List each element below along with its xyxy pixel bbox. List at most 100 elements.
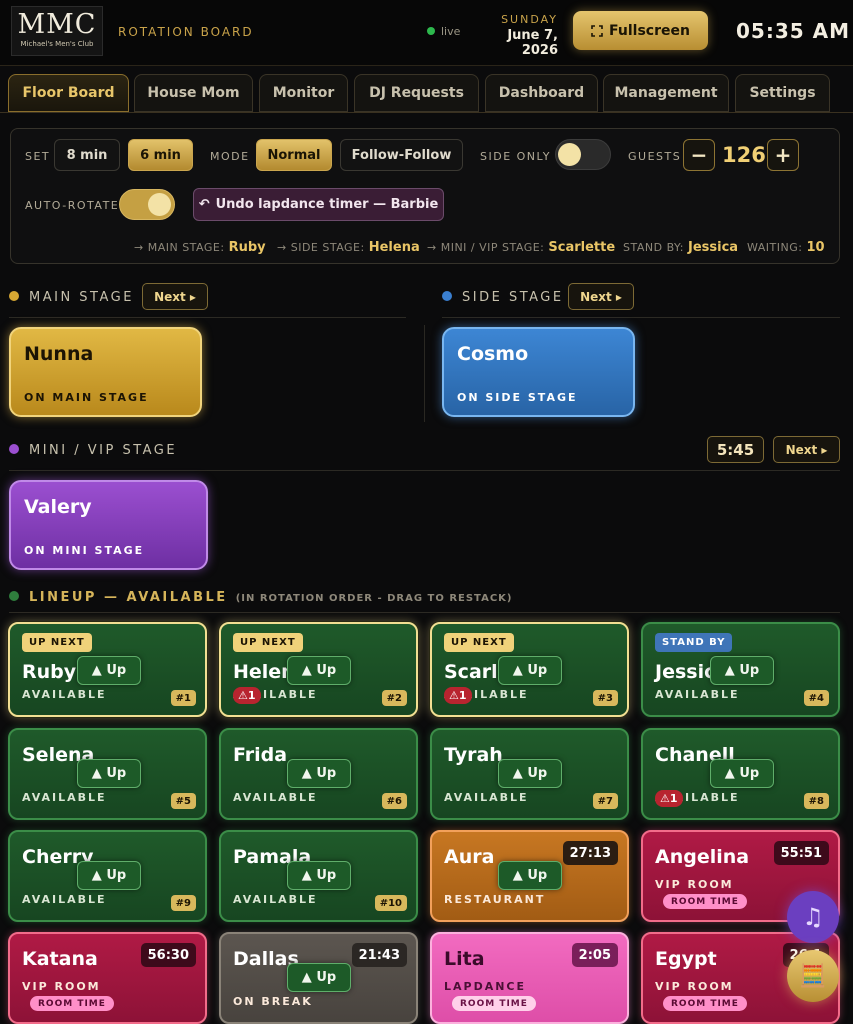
- divider: [9, 470, 840, 471]
- tab-house-mom[interactable]: House Mom: [134, 74, 253, 112]
- rotation-badge: UP NEXT: [444, 633, 514, 652]
- lineup-card[interactable]: STAND BY Jessica AVAILABLE #4 ▲ Up: [641, 622, 840, 717]
- lineup-card[interactable]: Aura RESTAURANT 27:13 ▲ Up: [430, 830, 629, 922]
- fullscreen-icon: [591, 24, 603, 37]
- move-up-button[interactable]: ▲ Up: [287, 759, 351, 788]
- side-stage-card[interactable]: Cosmo ON SIDE STAGE: [442, 327, 635, 417]
- mode-normal-button[interactable]: Normal: [256, 139, 332, 171]
- dancer-status: AVAILABLE: [655, 688, 740, 701]
- mode-follow-follow-button[interactable]: Follow-Follow: [340, 139, 463, 171]
- toggle-knob: [558, 143, 581, 166]
- guests-decrement-button[interactable]: −: [683, 139, 715, 171]
- dancer-name: Aura: [444, 846, 495, 868]
- lineup-card[interactable]: Katana VIP ROOM ROOM TIME 56:30: [8, 932, 207, 1024]
- move-up-button[interactable]: ▲ Up: [77, 656, 141, 685]
- stage-status: ON MAIN STAGE: [24, 391, 149, 404]
- undo-icon: ↶: [198, 197, 210, 212]
- room-time-tag: ROOM TIME: [452, 996, 536, 1011]
- music-button[interactable]: ♫: [787, 891, 839, 943]
- tab-floor-board[interactable]: Floor Board: [8, 74, 129, 112]
- summary-mini-label: → MINI / VIP STAGE:: [427, 241, 545, 254]
- set-8min-button[interactable]: 8 min: [54, 139, 120, 171]
- lineup-card[interactable]: Tyrah AVAILABLE #7 ▲ Up: [430, 728, 629, 820]
- tab-dashboard[interactable]: Dashboard: [485, 74, 598, 112]
- lineup-card[interactable]: Pamala AVAILABLE #10 ▲ Up: [219, 830, 418, 922]
- mini-stage-heading: MINI / VIP STAGE: [9, 443, 177, 458]
- status-timer: 27:13: [562, 841, 618, 865]
- dancer-name: Ruby: [22, 661, 77, 683]
- move-up-button[interactable]: ▲ Up: [77, 759, 141, 788]
- lineup-card[interactable]: Chanell AVAILABLE ⚠1 #8 ▲ Up: [641, 728, 840, 820]
- set-6min-button[interactable]: 6 min: [128, 139, 193, 171]
- tab-label: Monitor: [272, 85, 335, 101]
- set-label: SET: [25, 150, 51, 163]
- dancer-status: VIP ROOM: [655, 878, 734, 891]
- side-only-toggle[interactable]: [555, 139, 611, 170]
- logo-subtext: Michael's Men's Club: [20, 40, 94, 48]
- mini-stage-next-button[interactable]: Next ▸: [773, 436, 840, 463]
- rotation-number: #10: [374, 895, 407, 911]
- status-timer: 56:30: [140, 943, 196, 967]
- main-stage-card[interactable]: Nunna ON MAIN STAGE: [9, 327, 202, 417]
- auto-rotate-label: AUTO-ROTATE: [25, 199, 120, 212]
- move-up-button[interactable]: ▲ Up: [498, 656, 562, 685]
- warning-badge: ⚠1: [444, 687, 472, 704]
- lineup-card[interactable]: UP NEXT Scarlette AVAILABLE ⚠1 #3 ▲ Up: [430, 622, 629, 717]
- lineup-card[interactable]: Dallas ON BREAK 21:43 ▲ Up: [219, 932, 418, 1024]
- room-time-tag: ROOM TIME: [30, 996, 114, 1011]
- register-button[interactable]: 🧮: [787, 950, 839, 1002]
- move-up-button[interactable]: ▲ Up: [498, 759, 562, 788]
- summary-waiting: WAITING: 10: [747, 240, 825, 255]
- tab-settings[interactable]: Settings: [735, 74, 830, 112]
- dancer-status: VIP ROOM: [22, 980, 101, 993]
- tab-label: Settings: [749, 85, 816, 101]
- fullscreen-label: Fullscreen: [609, 22, 690, 39]
- lineup-card[interactable]: Frida AVAILABLE #6 ▲ Up: [219, 728, 418, 820]
- fullscreen-button[interactable]: Fullscreen: [573, 11, 708, 50]
- rotation-number: #9: [170, 895, 196, 911]
- main-stage-next-button[interactable]: Next ▸: [142, 283, 208, 310]
- main-stage-title: MAIN STAGE: [29, 290, 134, 305]
- undo-lapdance-button[interactable]: ↶ Undo lapdance timer — Barbie: [193, 188, 444, 221]
- side-stage-next-button[interactable]: Next ▸: [568, 283, 634, 310]
- summary-main-label: → MAIN STAGE:: [134, 241, 225, 254]
- music-icon: ♫: [802, 903, 824, 931]
- lineup-card[interactable]: Selena AVAILABLE #5 ▲ Up: [8, 728, 207, 820]
- auto-rotate-toggle[interactable]: [119, 189, 175, 220]
- move-up-button[interactable]: ▲ Up: [710, 656, 774, 685]
- lineup-subtitle: (IN ROTATION ORDER - DRAG TO RESTACK): [235, 593, 513, 604]
- summary-main: → MAIN STAGE: Ruby: [134, 240, 266, 255]
- mini-stage-card[interactable]: Valery ON MINI STAGE: [9, 480, 208, 570]
- stage-column-divider: [424, 325, 425, 422]
- tab-dj-requests[interactable]: DJ Requests: [354, 74, 479, 112]
- tab-label: House Mom: [147, 85, 240, 101]
- undo-label: Undo lapdance timer — Barbie: [215, 197, 439, 212]
- move-up-button[interactable]: ▲ Up: [287, 656, 351, 685]
- current-date: June 7, 2026: [507, 28, 558, 58]
- move-up-button[interactable]: ▲ Up: [287, 963, 351, 992]
- lineup-card[interactable]: UP NEXT Ruby AVAILABLE #1 ▲ Up: [8, 622, 207, 717]
- warning-badge: ⚠1: [655, 790, 683, 807]
- guests-increment-button[interactable]: +: [767, 139, 799, 171]
- divider: [9, 612, 840, 613]
- lineup-card[interactable]: Lita LAPDANCE ROOM TIME 2:05: [430, 932, 629, 1024]
- summary-main-value: Ruby: [228, 240, 266, 255]
- tab-monitor[interactable]: Monitor: [259, 74, 348, 112]
- move-up-button[interactable]: ▲ Up: [77, 861, 141, 890]
- lineup-card[interactable]: Cherry AVAILABLE #9 ▲ Up: [8, 830, 207, 922]
- summary-standby-label: STAND BY:: [623, 241, 684, 254]
- warning-badge: ⚠1: [233, 687, 261, 704]
- lineup-title: LINEUP — AVAILABLE: [29, 590, 228, 605]
- summary-side-value: Helena: [368, 240, 420, 255]
- summary-waiting-label: WAITING:: [747, 241, 803, 254]
- move-up-button[interactable]: ▲ Up: [287, 861, 351, 890]
- mini-stage-dot-icon: [9, 444, 19, 454]
- live-indicator: live: [427, 25, 460, 38]
- move-up-button[interactable]: ▲ Up: [498, 861, 562, 890]
- lineup-card[interactable]: UP NEXT Helena AVAILABLE ⚠1 #2 ▲ Up: [219, 622, 418, 717]
- tab-management[interactable]: Management: [603, 74, 729, 112]
- dancer-status: RESTAURANT: [444, 893, 546, 906]
- status-timer: 21:43: [351, 943, 407, 967]
- move-up-button[interactable]: ▲ Up: [710, 759, 774, 788]
- stage-dancer-name: Valery: [24, 496, 92, 518]
